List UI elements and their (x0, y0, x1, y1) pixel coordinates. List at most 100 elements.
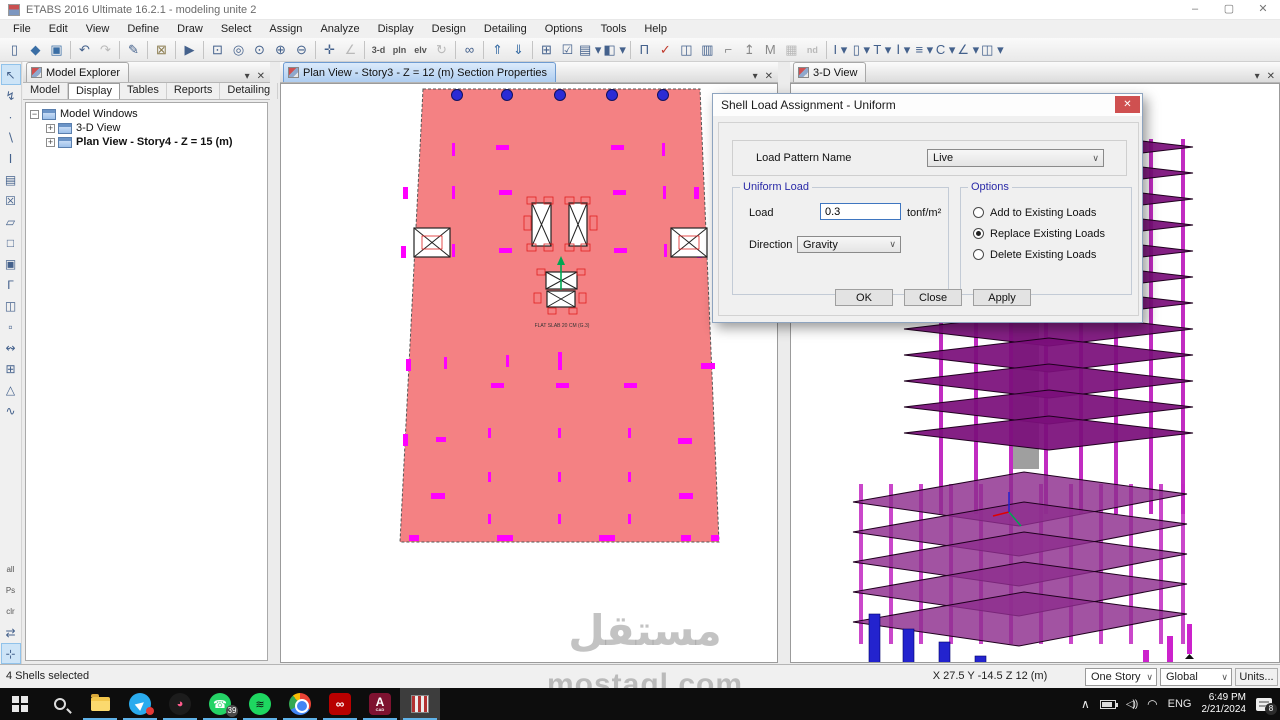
three-d-view-tab[interactable]: 3-D View (793, 62, 867, 82)
option-row[interactable]: Add to Existing Loads (973, 202, 1131, 223)
menu-analyze[interactable]: Analyze (311, 21, 368, 37)
wifi-icon[interactable]: ◠ (1147, 697, 1157, 711)
chrome[interactable] (280, 688, 320, 720)
object-visibility-icon[interactable]: ☑ (557, 40, 578, 60)
move-up-list-icon[interactable]: ⇑ (487, 40, 508, 60)
draw-dimension-icon[interactable]: △ (1, 379, 21, 400)
draw-wall-icon[interactable]: Γ (1, 274, 21, 295)
draw-link-icon[interactable]: ↭ (1, 337, 21, 358)
draw-tendon-icon[interactable]: ≡ ▾ (914, 40, 935, 60)
explorer-tab-tables[interactable]: Tables (120, 83, 167, 99)
run-analysis-icon[interactable]: ▶ (179, 40, 200, 60)
plan-view-tab[interactable]: Plan View - Story3 - Z = 12 (m) Section … (283, 62, 557, 82)
close-button[interactable]: Close (904, 289, 962, 306)
previous-zoom-icon[interactable]: ⊙ (249, 40, 270, 60)
clear-selection-icon[interactable]: clr (1, 601, 21, 622)
start-button[interactable] (0, 688, 40, 720)
tree-item[interactable]: + Plan View - Story4 - Z = 15 (m) (28, 135, 265, 149)
menu-options[interactable]: Options (536, 21, 592, 37)
maximize-button[interactable]: ▢ (1212, 0, 1246, 20)
column-section-icon[interactable]: ▥ (697, 40, 718, 60)
apply-button[interactable]: Apply (973, 289, 1031, 306)
tree-expander-icon[interactable]: + (46, 123, 55, 133)
tree-item[interactable]: +3-D View (28, 121, 265, 135)
menu-display[interactable]: Display (369, 21, 423, 37)
save-icon[interactable]: ▣ (46, 40, 67, 60)
notification-center-icon[interactable]: 8 (1256, 697, 1277, 715)
measure-icon[interactable]: ∠ (340, 40, 361, 60)
pan-icon[interactable]: ✛ (319, 40, 340, 60)
reshape-icon[interactable]: ↯ (1, 85, 21, 106)
speaker-icon[interactable]: ◁)) (1126, 699, 1138, 710)
draw-wall-icon[interactable]: C ▾ (935, 40, 957, 60)
plan-view-canvas[interactable]: FLAT SLAB 20 CM (G.3) (280, 83, 778, 663)
draw-beam-icon[interactable]: Ⅰ ▾ (893, 40, 914, 60)
undo-icon[interactable]: ↶ (74, 40, 95, 60)
plan-view-icon[interactable]: pln (389, 40, 410, 60)
menu-tools[interactable]: Tools (592, 21, 636, 37)
snap-options-icon[interactable]: ⊹ (0, 643, 21, 664)
radio-selected[interactable] (973, 228, 984, 239)
story-mode-dropdown[interactable]: One Story ∨ (1085, 668, 1157, 686)
draw-rect-floor-icon[interactable]: □ (1, 232, 21, 253)
acrobat[interactable]: ∞ (320, 688, 360, 720)
menu-file[interactable]: File (4, 21, 40, 37)
language-indicator[interactable]: ENG (1168, 698, 1192, 710)
quick-draw-wall-icon[interactable]: ◫ (1, 295, 21, 316)
zoom-out-icon[interactable]: ⊖ (291, 40, 312, 60)
units-button[interactable]: Units... (1235, 668, 1278, 686)
rubber-band-zoom-icon[interactable]: ⊡ (207, 40, 228, 60)
draw-portal-icon[interactable]: Π (634, 40, 655, 60)
ok-button[interactable]: OK (835, 289, 893, 306)
select-pointer-icon[interactable]: ↖ (0, 64, 21, 85)
draw-floor-icon[interactable]: ◫ ▾ (980, 40, 1004, 60)
etabs[interactable] (400, 688, 440, 720)
beam-section-icon[interactable]: ◫ (676, 40, 697, 60)
window-close-icon[interactable]: ✕ (1267, 71, 1275, 82)
draw-floor-icon[interactable]: ▱ (1, 211, 21, 232)
direction-dropdown[interactable]: Gravity ∨ (797, 236, 901, 253)
open-file-icon[interactable]: ◆ (25, 40, 46, 60)
invert-selection-icon[interactable]: ⇄ (1, 622, 21, 643)
explorer-tab-detailing[interactable]: Detailing (220, 83, 279, 99)
dialog-close-button[interactable]: ✕ (1115, 96, 1140, 113)
menu-define[interactable]: Define (118, 21, 168, 37)
menu-help[interactable]: Help (635, 21, 676, 37)
tray-chevron-icon[interactable]: ∧ (1081, 697, 1090, 711)
pink-media-app[interactable]: ◕ (160, 688, 200, 720)
coord-system-dropdown[interactable]: Global ∨ (1160, 668, 1232, 686)
draw-joint-icon[interactable]: I ▾ (830, 40, 851, 60)
quick-draw-braces-icon[interactable]: ☒ (1, 190, 21, 211)
spotify[interactable]: ≋ (240, 688, 280, 720)
load-value-input[interactable] (820, 203, 901, 220)
draw-opening-icon[interactable]: ▫ (1, 316, 21, 337)
shading-options-icon[interactable]: ◧ ▾ (602, 40, 626, 60)
draw-joint-icon[interactable]: ∙ (1, 106, 21, 127)
quick-draw-beams-icon[interactable]: ▤ (1, 169, 21, 190)
nd-icon[interactable]: nd (802, 40, 823, 60)
radio-unselected[interactable] (973, 249, 984, 260)
lock-model-icon[interactable]: ⊠ (151, 40, 172, 60)
select-all-icon[interactable]: all (1, 559, 21, 580)
wall-corner-icon[interactable]: ⌐ (718, 40, 739, 60)
draw-frame-line-icon[interactable]: ∖ (1, 127, 21, 148)
panel-close-icon[interactable]: ✕ (257, 71, 265, 82)
autocad[interactable]: A CAD (360, 688, 400, 720)
draw-link-icon[interactable]: ∠ ▾ (956, 40, 980, 60)
move-down-list-icon[interactable]: ⇓ (508, 40, 529, 60)
clock[interactable]: 6:49 PM 2/21/2024 (1202, 692, 1247, 717)
menu-detailing[interactable]: Detailing (475, 21, 536, 37)
quick-draw-frame-icon[interactable]: Ⅰ (1, 148, 21, 169)
tree-item[interactable]: − Model Windows (28, 107, 265, 121)
explorer-tab-model[interactable]: Model (23, 83, 68, 99)
3d-view-icon[interactable]: 3-d (368, 40, 389, 60)
explorer-tab-display[interactable]: Display (67, 83, 121, 99)
menu-design[interactable]: Design (423, 21, 475, 37)
tree-expander-icon[interactable]: + (46, 137, 55, 147)
option-row[interactable]: Replace Existing Loads (973, 223, 1131, 244)
window-close-icon[interactable]: ✕ (765, 71, 773, 82)
select-previous-icon[interactable]: Ps (1, 580, 21, 601)
window-dropdown-icon[interactable]: ▾ (1255, 71, 1260, 82)
menu-select[interactable]: Select (212, 21, 261, 37)
tree-expander-icon[interactable]: − (30, 109, 39, 119)
